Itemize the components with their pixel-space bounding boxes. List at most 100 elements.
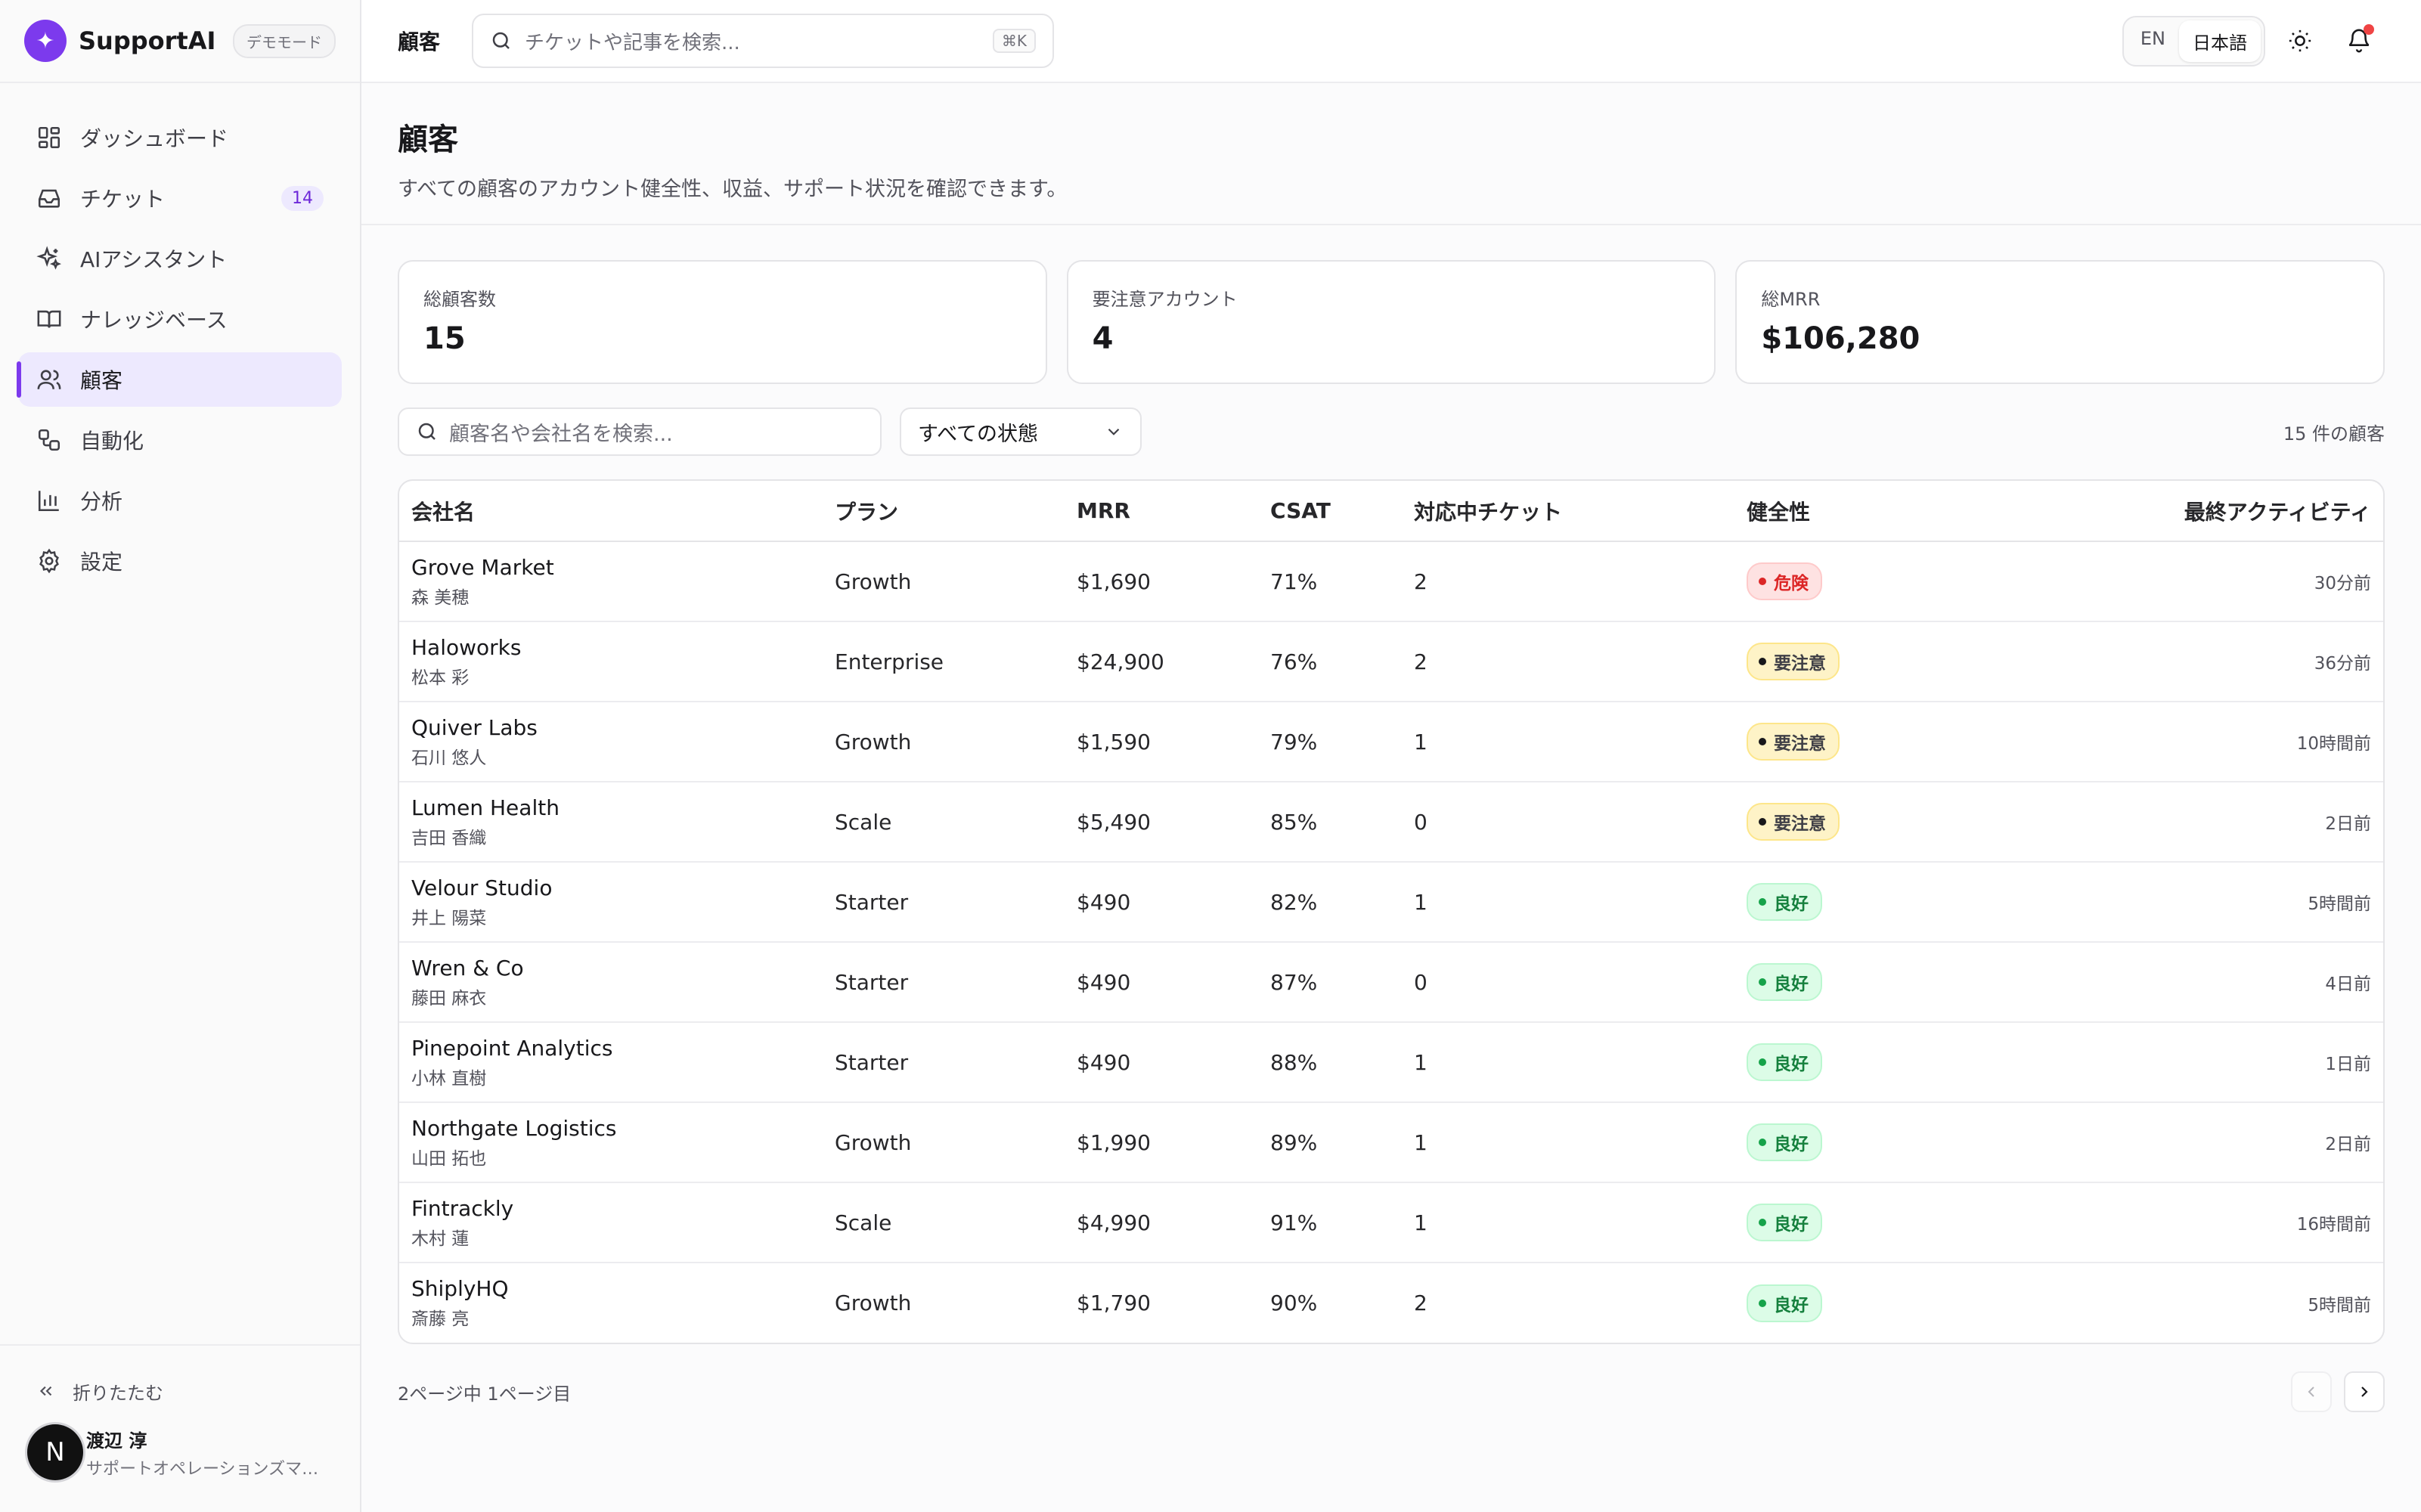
company-name[interactable]: Northgate Logistics xyxy=(411,1116,811,1141)
search-icon xyxy=(418,423,436,440)
app-root: ✦ SupportAI デモモード ダッシュボード チケット 14 AIアシスタ… xyxy=(0,0,2421,1512)
health-badge: 危険 xyxy=(1747,562,1822,600)
sparkle-icon[interactable]: ✦ xyxy=(24,20,67,62)
table-row[interactable]: Grove Market 森 美穂 Growth $1,690 71% 2 危険 … xyxy=(399,541,2383,622)
last-activity-cell: 4日前 xyxy=(1984,942,2383,1023)
user-profile[interactable]: N 渡辺 淳 サポートオペレーションズマ… xyxy=(0,1406,360,1498)
column-header-open-tickets[interactable]: 対応中チケット xyxy=(1402,481,1734,542)
health-label: 要注意 xyxy=(1774,654,1826,674)
sidebar-item-label: チケット xyxy=(80,187,166,212)
health-label: 良好 xyxy=(1774,1295,1809,1315)
status-filter-select[interactable]: すべての状態 xyxy=(900,407,1142,456)
table-row[interactable]: Haloworks 松本 彩 Enterprise $24,900 76% 2 要… xyxy=(399,621,2383,702)
table-body: Grove Market 森 美穂 Growth $1,690 71% 2 危険 … xyxy=(399,541,2383,1343)
lang-ja-button[interactable]: 日本語 xyxy=(2179,20,2261,62)
contact-name: 小林 直樹 xyxy=(411,1068,487,1089)
column-header-company[interactable]: 会社名 xyxy=(399,481,823,542)
sun-icon xyxy=(2289,29,2311,52)
last-activity-cell: 5時間前 xyxy=(2308,1295,2371,1315)
company-name[interactable]: Haloworks xyxy=(411,635,811,660)
sidebar-nav: ダッシュボード チケット 14 AIアシスタント ナレッジベース 顧客 自動化 … xyxy=(0,83,360,588)
theme-toggle-button[interactable] xyxy=(2276,17,2324,65)
table-row[interactable]: Northgate Logistics 山田 拓也 Growth $1,990 8… xyxy=(399,1102,2383,1183)
notifications-button[interactable] xyxy=(2335,17,2383,65)
collapse-sidebar-button[interactable]: 折りたたむ xyxy=(0,1346,360,1406)
open-tickets-cell: 0 xyxy=(1402,942,1734,1023)
page-title: 顧客 xyxy=(398,122,458,157)
sidebar-item-settings[interactable]: 設定 xyxy=(18,534,342,588)
lang-en-button[interactable]: EN xyxy=(2127,20,2179,62)
stat-value: 15 xyxy=(423,321,466,356)
open-tickets-cell: 1 xyxy=(1402,702,1734,782)
company-name[interactable]: Fintrackly xyxy=(411,1196,811,1221)
previous-page-button[interactable] xyxy=(2291,1371,2332,1412)
table-row[interactable]: Pinepoint Analytics 小林 直樹 Starter $490 88… xyxy=(399,1022,2383,1103)
main-content: 顧客 チケットや記事を検索... ⌘K EN 日本語 顧客 すべての顧客のアカウ… xyxy=(361,0,2421,1512)
csat-cell: 79% xyxy=(1258,702,1402,782)
sidebar-item-label: ダッシュボード xyxy=(80,126,229,151)
user-meta: 渡辺 淳 サポートオペレーションズマ… xyxy=(86,1426,318,1479)
table-row[interactable]: Quiver Labs 石川 悠人 Growth $1,590 79% 1 要注意… xyxy=(399,702,2383,782)
company-name[interactable]: Wren & Co xyxy=(411,956,811,981)
chevron-left-icon xyxy=(2308,1387,2314,1397)
open-tickets-cell: 2 xyxy=(1414,1290,1427,1315)
sidebar-item-dashboard[interactable]: ダッシュボード xyxy=(18,110,342,165)
sidebar-item-tickets[interactable]: チケット 14 xyxy=(18,171,342,225)
user-name: 渡辺 淳 xyxy=(86,1430,147,1452)
customer-search-placeholder: 顧客名や会社名を検索... xyxy=(449,422,673,446)
global-search-input[interactable]: チケットや記事を検索... ⌘K xyxy=(472,14,1055,68)
stat-value: $106,280 xyxy=(1761,321,1920,356)
contact-name: 斎藤 亮 xyxy=(411,1309,470,1329)
column-header-last-activity[interactable]: 最終アクティビティ xyxy=(1984,481,2383,542)
mrr-cell: $5,490 xyxy=(1065,782,1258,863)
column-header-health[interactable]: 健全性 xyxy=(1734,481,1984,542)
demo-mode-badge: デモモード xyxy=(233,23,336,58)
inbox-icon xyxy=(38,189,60,208)
column-header-csat[interactable]: CSAT xyxy=(1258,481,1402,542)
status-dot xyxy=(1759,978,1766,986)
sidebar-item-ai-assistant[interactable]: AIアシスタント xyxy=(18,231,342,286)
sidebar-item-analytics[interactable]: 分析 xyxy=(18,473,342,528)
ticket-count-badge: 14 xyxy=(281,185,324,211)
table-row[interactable]: Lumen Health 吉田 香織 Scale $5,490 85% 0 要注意… xyxy=(399,782,2383,863)
open-tickets-cell: 1 xyxy=(1402,1022,1734,1103)
chevron-down-icon xyxy=(1108,428,1120,435)
company-name[interactable]: Pinepoint Analytics xyxy=(411,1036,811,1061)
brand-name: SupportAI xyxy=(79,26,216,55)
last-activity-cell: 2日前 xyxy=(1984,1102,2383,1183)
table-row[interactable]: Wren & Co 藤田 麻衣 Starter $490 87% 0 良好 4日前 xyxy=(399,942,2383,1023)
status-dot xyxy=(1759,578,1766,585)
csat-cell: 71% xyxy=(1258,541,1402,622)
plan-cell: Growth xyxy=(823,541,1065,622)
mrr-cell: $24,900 xyxy=(1065,621,1258,702)
column-header-plan[interactable]: プラン xyxy=(823,481,1065,542)
health-badge: 良好 xyxy=(1747,1284,1822,1322)
customer-search-input[interactable]: 顧客名や会社名を検索... xyxy=(398,407,882,456)
avatar[interactable]: N xyxy=(27,1424,83,1480)
company-name[interactable]: Lumen Health xyxy=(411,795,811,820)
column-header-mrr[interactable]: MRR xyxy=(1065,481,1258,542)
mrr-cell: $1,790 xyxy=(1077,1290,1151,1315)
sidebar-item-automation[interactable]: 自動化 xyxy=(18,413,342,467)
company-name[interactable]: Quiver Labs xyxy=(411,715,811,740)
company-name[interactable]: Grove Market xyxy=(411,555,811,580)
plan-cell: Growth xyxy=(823,702,1065,782)
health-label: 良好 xyxy=(1774,1055,1809,1074)
open-tickets-cell: 0 xyxy=(1402,782,1734,863)
next-page-button[interactable] xyxy=(2344,1371,2385,1412)
table-row[interactable]: Velour Studio 井上 陽菜 Starter $490 82% 1 良好… xyxy=(399,862,2383,943)
contact-name: 吉田 香織 xyxy=(411,828,487,848)
table-row[interactable]: ShiplyHQ 斎藤 亮 Growth $1,790 90% 2 良好 5時間前 xyxy=(399,1263,2383,1343)
plan-cell: Scale xyxy=(823,1182,1065,1263)
company-name[interactable]: Velour Studio xyxy=(411,875,811,900)
table-row[interactable]: Fintrackly 木村 蓮 Scale $4,990 91% 1 良好 16時… xyxy=(399,1182,2383,1263)
user-role: サポートオペレーションズマ… xyxy=(86,1459,319,1479)
health-badge: 要注意 xyxy=(1747,723,1840,761)
sidebar-item-label: AIアシスタント xyxy=(80,247,228,272)
page-buttons xyxy=(2291,1371,2385,1412)
contact-name: 松本 彩 xyxy=(411,668,470,688)
sidebar-item-customers[interactable]: 顧客 xyxy=(17,352,342,407)
company-name[interactable]: ShiplyHQ xyxy=(411,1276,811,1301)
sidebar-item-knowledge-base[interactable]: ナレッジベース xyxy=(18,292,342,346)
health-label: 良好 xyxy=(1774,894,1809,914)
